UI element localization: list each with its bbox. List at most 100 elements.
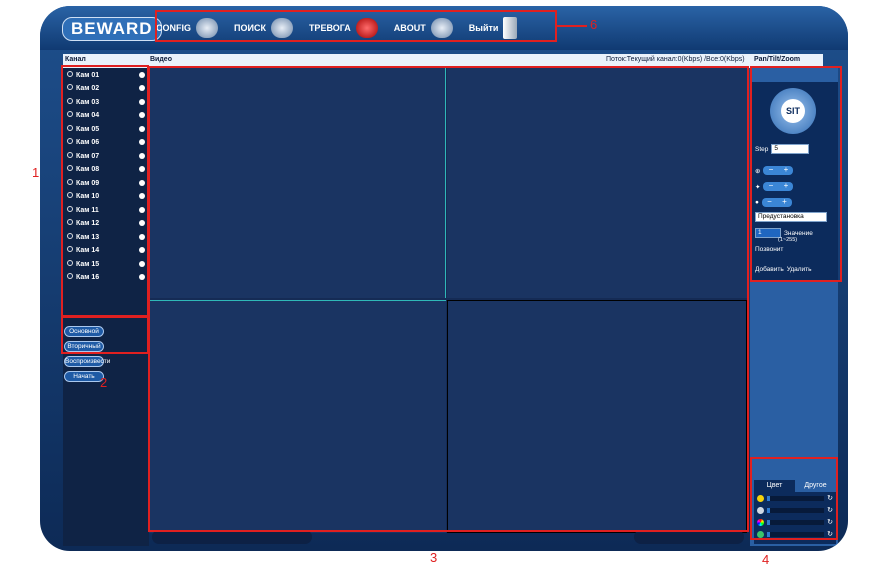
video-cell-4[interactable] [447, 300, 747, 533]
camera-item[interactable]: Кам 16 [63, 271, 149, 285]
play-icon[interactable] [139, 179, 145, 186]
brightness-slider[interactable] [766, 495, 825, 501]
camera-item[interactable]: Кам 13 [63, 230, 149, 244]
preset-select[interactable]: Предустановка [755, 212, 827, 222]
radio-icon[interactable] [67, 151, 73, 158]
camera-item[interactable]: Кам 14 [63, 244, 149, 258]
delete-preset-button[interactable]: Удалить [787, 266, 812, 273]
reset-icon[interactable]: ↻ [827, 530, 833, 538]
radio-icon[interactable] [67, 192, 73, 199]
play-icon[interactable] [139, 152, 145, 159]
play-icon[interactable] [139, 139, 145, 146]
play-icon[interactable] [139, 125, 145, 132]
menu-alarm[interactable]: ТРЕВОГА [309, 17, 378, 38]
secondary-stream-button[interactable]: Вторичный [64, 341, 104, 352]
camera-item[interactable]: Кам 12 [63, 217, 149, 231]
start-button[interactable]: Начать [64, 371, 104, 382]
menu-config[interactable]: CONFIG [156, 17, 218, 38]
play-icon[interactable] [139, 206, 145, 213]
play-icon[interactable] [139, 166, 145, 173]
ptz-center-button[interactable]: SIT [781, 99, 805, 123]
camera-item[interactable]: Кам 02 [63, 82, 149, 96]
reset-icon[interactable]: ↻ [827, 494, 833, 502]
add-preset-button[interactable]: Добавить [755, 266, 784, 273]
camera-item[interactable]: Кам 10 [63, 190, 149, 204]
main-stream-button[interactable]: Основной [64, 326, 104, 337]
camera-item[interactable]: Кам 01 [63, 68, 149, 82]
radio-icon[interactable] [67, 97, 73, 104]
play-icon[interactable] [139, 71, 145, 78]
radio-icon[interactable] [67, 165, 73, 172]
camera-item[interactable]: Кам 09 [63, 176, 149, 190]
video-header: Видео [150, 56, 172, 63]
radio-icon[interactable] [67, 70, 73, 77]
camera-item[interactable]: Кам 06 [63, 136, 149, 150]
info-icon [430, 17, 453, 38]
hue-icon [757, 530, 764, 538]
play-icon[interactable] [139, 98, 145, 105]
radio-icon[interactable] [67, 273, 73, 280]
contrast-slider[interactable] [766, 507, 825, 513]
play-icon[interactable] [139, 260, 145, 267]
radio-icon[interactable] [67, 259, 73, 266]
iris-row: ● − + [755, 198, 792, 207]
hue-row: ↻ [754, 528, 836, 540]
camera-item[interactable]: Кам 03 [63, 95, 149, 109]
camera-item[interactable]: Кам 15 [63, 257, 149, 271]
step-select[interactable]: 5 [771, 144, 810, 154]
video-cell-1[interactable] [149, 68, 446, 298]
call-button[interactable]: Позвонит [755, 246, 783, 253]
app-window: BEWARD CONFIG ПОИСК ТРЕВОГА ABOUT Выйти … [40, 6, 848, 551]
direction-pad[interactable]: SIT [770, 88, 816, 134]
camera-item[interactable]: Кам 07 [63, 149, 149, 163]
radio-icon[interactable] [67, 84, 73, 91]
radio-icon[interactable] [67, 232, 73, 239]
playback-button[interactable]: Воспроизвести [64, 356, 110, 367]
play-icon[interactable] [139, 85, 145, 92]
play-icon[interactable] [139, 220, 145, 227]
action-toolbar[interactable] [634, 530, 744, 544]
annotation-label-1: 1 [32, 165, 40, 180]
radio-icon[interactable] [67, 138, 73, 145]
play-icon[interactable] [139, 233, 145, 240]
video-cell-3[interactable] [149, 300, 446, 533]
beward-logo: BEWARD [62, 17, 162, 41]
camera-item[interactable]: Кам 05 [63, 122, 149, 136]
menu-exit[interactable]: Выйти [469, 16, 518, 39]
radio-icon[interactable] [67, 219, 73, 226]
camera-item[interactable]: Кам 04 [63, 109, 149, 123]
zoom-stepper[interactable]: − + [763, 166, 794, 175]
reset-icon[interactable]: ↻ [827, 518, 833, 526]
alarm-siren-icon [355, 17, 378, 38]
play-icon[interactable] [139, 247, 145, 254]
radio-icon[interactable] [67, 178, 73, 185]
hue-slider[interactable] [766, 531, 825, 537]
radio-icon[interactable] [67, 111, 73, 118]
focus-stepper[interactable]: − + [763, 182, 794, 191]
play-icon[interactable] [139, 193, 145, 200]
camera-item[interactable]: Кам 11 [63, 203, 149, 217]
tab-color[interactable]: Цвет [754, 480, 795, 492]
iris-stepper[interactable]: − + [761, 198, 792, 207]
annotation-label-4: 4 [762, 552, 770, 567]
iris-icon: ● [755, 199, 759, 206]
video-cell-2[interactable] [447, 68, 747, 298]
play-icon[interactable] [139, 112, 145, 119]
tab-other[interactable]: Другое [795, 480, 836, 492]
stream-status: Поток:Текущий канал:0(Kbps) /Все:0(Kbps) [606, 56, 745, 63]
menu-about[interactable]: ABOUT [394, 17, 453, 38]
brightness-row: ↻ [754, 492, 836, 504]
camera-item[interactable]: Кам 08 [63, 163, 149, 177]
menu-search[interactable]: ПОИСК [234, 17, 293, 38]
play-icon[interactable] [139, 274, 145, 281]
radio-icon[interactable] [67, 205, 73, 212]
reset-icon[interactable]: ↻ [827, 506, 833, 514]
value-range: (1~255) [778, 237, 798, 243]
radio-icon[interactable] [67, 246, 73, 253]
layout-toolbar[interactable] [152, 530, 312, 544]
contrast-icon [757, 506, 764, 514]
saturation-slider[interactable] [766, 519, 825, 525]
annotation-label-6: 6 [590, 17, 598, 32]
stream-buttons: Основной Вторичный Воспроизвести Начать [64, 326, 147, 382]
radio-icon[interactable] [67, 124, 73, 131]
